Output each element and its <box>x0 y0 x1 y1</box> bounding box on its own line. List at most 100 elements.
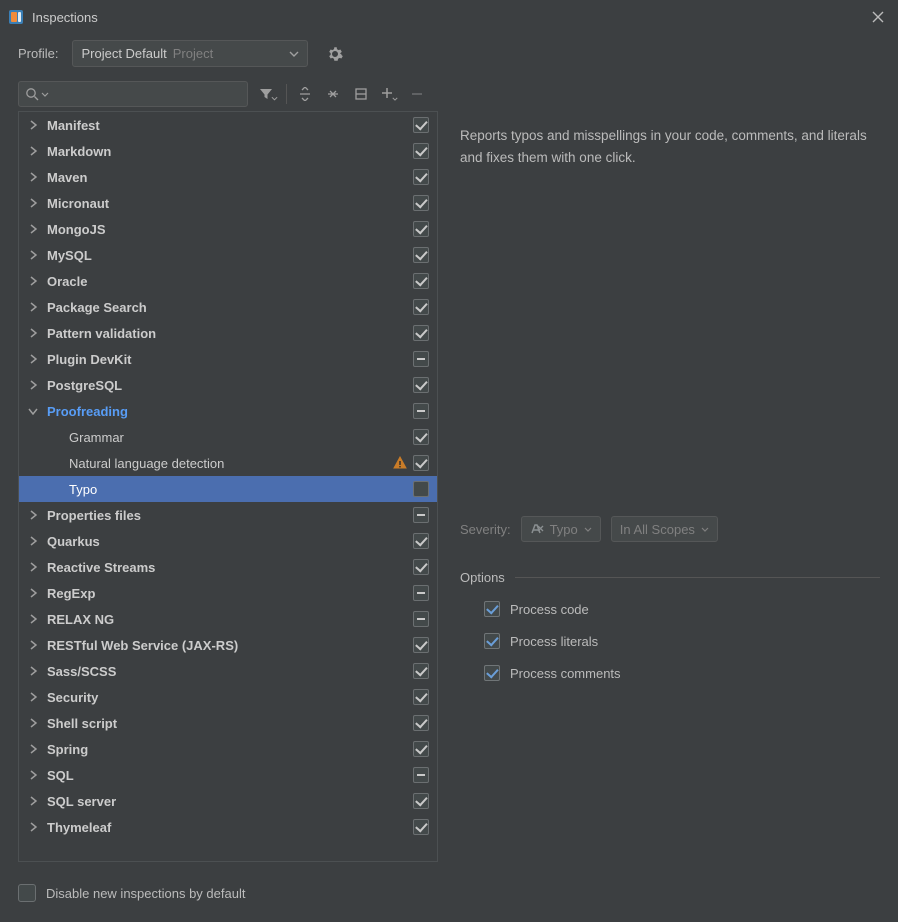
inspection-checkbox[interactable] <box>413 715 429 731</box>
collapse-all-icon[interactable] <box>319 81 347 107</box>
tree-row[interactable]: Natural language detection <box>19 450 437 476</box>
tree-row[interactable]: Spring <box>19 736 437 762</box>
expand-all-icon[interactable] <box>291 81 319 107</box>
inspection-checkbox[interactable] <box>413 247 429 263</box>
tree-row[interactable]: SQL <box>19 762 437 788</box>
inspection-checkbox[interactable] <box>413 767 429 783</box>
inspection-checkbox[interactable] <box>413 299 429 315</box>
tree-row[interactable]: Typo <box>19 476 437 502</box>
chevron-right-icon[interactable] <box>25 767 41 783</box>
chevron-right-icon[interactable] <box>25 143 41 159</box>
filter-icon[interactable] <box>254 81 282 107</box>
inspection-checkbox[interactable] <box>413 793 429 809</box>
inspection-checkbox[interactable] <box>413 221 429 237</box>
tree-row[interactable]: Package Search <box>19 294 437 320</box>
chevron-right-icon[interactable] <box>25 299 41 315</box>
tree-row[interactable]: RELAX NG <box>19 606 437 632</box>
reset-icon[interactable] <box>347 81 375 107</box>
tree-row[interactable]: Micronaut <box>19 190 437 216</box>
inspection-checkbox[interactable] <box>413 429 429 445</box>
chevron-right-icon[interactable] <box>25 351 41 367</box>
add-icon[interactable] <box>375 81 403 107</box>
tree-row[interactable]: Maven <box>19 164 437 190</box>
inspection-checkbox[interactable] <box>413 143 429 159</box>
inspection-checkbox[interactable] <box>413 403 429 419</box>
inspection-checkbox[interactable] <box>413 819 429 835</box>
tree-row[interactable]: Plugin DevKit <box>19 346 437 372</box>
inspection-checkbox[interactable] <box>413 741 429 757</box>
tree-row[interactable]: Manifest <box>19 112 437 138</box>
inspection-checkbox[interactable] <box>413 455 429 471</box>
inspection-checkbox[interactable] <box>413 663 429 679</box>
tree-row[interactable]: MongoJS <box>19 216 437 242</box>
gear-icon[interactable] <box>322 41 348 67</box>
tree-row[interactable]: Quarkus <box>19 528 437 554</box>
remove-icon[interactable] <box>403 81 431 107</box>
inspection-checkbox[interactable] <box>413 325 429 341</box>
tree-row[interactable]: MySQL <box>19 242 437 268</box>
tree-row[interactable]: Properties files <box>19 502 437 528</box>
chevron-right-icon[interactable] <box>25 611 41 627</box>
chevron-right-icon[interactable] <box>25 793 41 809</box>
chevron-right-icon[interactable] <box>25 559 41 575</box>
inspection-checkbox[interactable] <box>413 377 429 393</box>
severity-dropdown[interactable]: Typo <box>521 516 601 542</box>
tree-row[interactable]: Proofreading <box>19 398 437 424</box>
tree-row[interactable]: PostgreSQL <box>19 372 437 398</box>
search-input[interactable] <box>18 81 248 107</box>
option-checkbox[interactable] <box>484 601 500 617</box>
chevron-right-icon[interactable] <box>25 221 41 237</box>
chevron-right-icon[interactable] <box>25 533 41 549</box>
close-icon[interactable] <box>868 7 888 27</box>
tree-row[interactable]: Grammar <box>19 424 437 450</box>
chevron-right-icon[interactable] <box>25 637 41 653</box>
inspection-checkbox[interactable] <box>413 169 429 185</box>
inspection-checkbox[interactable] <box>413 507 429 523</box>
inspection-checkbox[interactable] <box>413 351 429 367</box>
chevron-right-icon[interactable] <box>25 195 41 211</box>
chevron-right-icon[interactable] <box>25 169 41 185</box>
profile-dropdown[interactable]: Project Default Project <box>72 40 308 67</box>
inspection-checkbox[interactable] <box>413 195 429 211</box>
inspection-checkbox[interactable] <box>413 637 429 653</box>
inspection-checkbox[interactable] <box>413 117 429 133</box>
chevron-right-icon[interactable] <box>25 117 41 133</box>
tree-row[interactable]: Reactive Streams <box>19 554 437 580</box>
tree-row[interactable]: Oracle <box>19 268 437 294</box>
scope-dropdown[interactable]: In All Scopes <box>611 516 718 542</box>
chevron-right-icon[interactable] <box>25 819 41 835</box>
tree-row[interactable]: RegExp <box>19 580 437 606</box>
inspection-tree[interactable]: ManifestMarkdown Maven MicronautMongoJSMyS… <box>18 111 438 862</box>
tree-row[interactable]: Sass/SCSS <box>19 658 437 684</box>
inspection-checkbox[interactable] <box>413 585 429 601</box>
tree-row[interactable]: Markdown <box>19 138 437 164</box>
chevron-right-icon[interactable] <box>25 663 41 679</box>
chevron-right-icon[interactable] <box>25 507 41 523</box>
tree-node-label: Maven <box>47 170 87 185</box>
inspection-checkbox[interactable] <box>413 481 429 497</box>
disable-new-checkbox[interactable] <box>18 884 36 902</box>
inspection-checkbox[interactable] <box>413 273 429 289</box>
tree-row[interactable]: Pattern validation <box>19 320 437 346</box>
chevron-down-icon[interactable] <box>25 403 41 419</box>
chevron-right-icon[interactable] <box>25 273 41 289</box>
chevron-right-icon[interactable] <box>25 585 41 601</box>
option-label: Process literals <box>510 634 598 649</box>
chevron-right-icon[interactable] <box>25 741 41 757</box>
chevron-right-icon[interactable] <box>25 325 41 341</box>
chevron-right-icon[interactable] <box>25 689 41 705</box>
inspection-checkbox[interactable] <box>413 689 429 705</box>
inspection-checkbox[interactable] <box>413 559 429 575</box>
chevron-right-icon[interactable] <box>25 377 41 393</box>
tree-row[interactable]: Thymeleaf <box>19 814 437 840</box>
inspection-checkbox[interactable] <box>413 533 429 549</box>
chevron-right-icon[interactable] <box>25 247 41 263</box>
tree-row[interactable]: RESTful Web Service (JAX-RS) <box>19 632 437 658</box>
tree-row[interactable]: Security <box>19 684 437 710</box>
chevron-right-icon[interactable] <box>25 715 41 731</box>
option-checkbox[interactable] <box>484 665 500 681</box>
inspection-checkbox[interactable] <box>413 611 429 627</box>
tree-row[interactable]: SQL server <box>19 788 437 814</box>
tree-row[interactable]: Shell script <box>19 710 437 736</box>
option-checkbox[interactable] <box>484 633 500 649</box>
